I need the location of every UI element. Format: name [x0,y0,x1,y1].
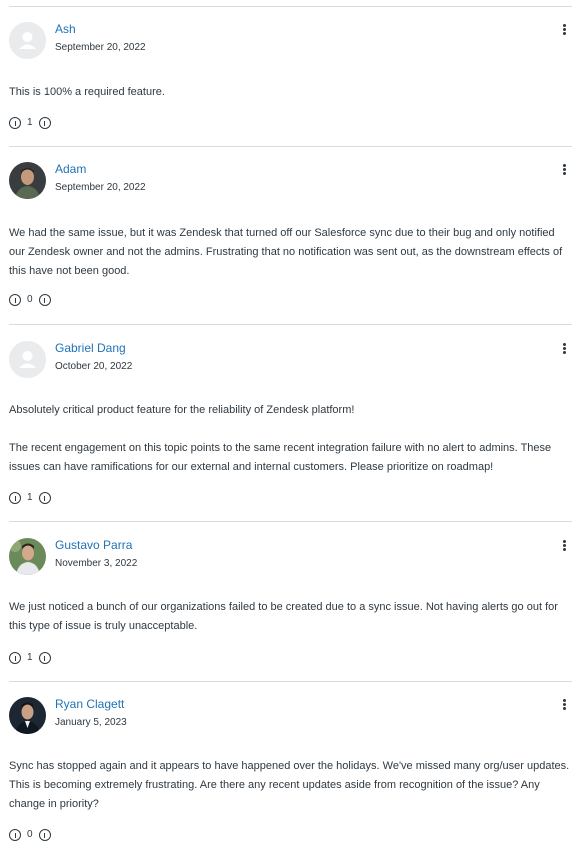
vote-up-icon[interactable] [9,294,21,306]
user-silhouette-icon [9,22,46,59]
avatar[interactable] [9,341,46,378]
avatar[interactable] [9,697,46,734]
vote-down-icon[interactable] [38,829,51,841]
vote-controls: 1 [9,116,51,130]
comment-body: This is 100% a required feature. [9,86,165,98]
vote-count: 1 [27,492,33,503]
comment-body: We had the same issue, but it was Zendes… [9,227,566,277]
comment-date: October 20, 2022 [55,361,133,372]
comment-divider [9,521,572,522]
vertical-ellipsis-icon[interactable] [561,23,569,37]
user-photo-avatar [9,697,46,734]
vertical-ellipsis-icon[interactable] [561,163,569,177]
comment-header: Adam September 20, 2022 [9,162,572,202]
comment: Gabriel Dang October 20, 2022 Absolutely… [9,341,572,522]
comment-header: Gustavo Parra November 3, 2022 [9,538,572,578]
avatar[interactable] [9,538,46,575]
avatar[interactable] [9,22,46,59]
comment-header: Ash September 20, 2022 [9,22,572,62]
vote-controls: 1 [9,651,51,665]
comment: Ash September 20, 2022 This is 100% a re… [9,22,572,147]
user-silhouette-icon [9,341,46,378]
vertical-ellipsis-icon[interactable] [561,698,569,712]
vote-up-icon[interactable] [9,829,21,841]
comment: Ryan Clagett January 5, 2023 Sync has st… [9,697,572,841]
vote-up-icon[interactable] [9,492,21,504]
vote-count: 0 [27,294,33,305]
comment-header: Ryan Clagett January 5, 2023 [9,697,572,737]
vote-down-icon[interactable] [38,117,51,129]
vote-up-icon[interactable] [9,117,21,129]
comment: Adam September 20, 2022 We had the same … [9,162,572,325]
vote-controls: 1 [9,491,51,505]
vertical-ellipsis-icon[interactable] [561,342,569,356]
vote-count: 1 [27,117,33,128]
author-name-link[interactable]: Gustavo Parra [55,538,132,552]
comment-body: Sync has stopped again and it appears to… [9,760,573,810]
vote-controls: 0 [9,293,51,307]
comment-date: September 20, 2022 [55,42,146,53]
comment-divider [9,146,572,147]
vote-down-icon[interactable] [38,294,51,306]
author-name-link[interactable]: Ash [55,22,76,36]
comment-date: November 3, 2022 [55,558,138,569]
comment-divider [9,324,572,325]
top-divider [9,6,572,7]
vote-count: 0 [27,829,33,840]
comment-divider [9,681,572,682]
vote-down-icon[interactable] [38,652,51,664]
comment-body: Absolutely critical product feature for … [9,404,552,473]
comment: Gustavo Parra November 3, 2022 We just n… [9,538,572,682]
avatar[interactable] [9,162,46,199]
author-name-link[interactable]: Ryan Clagett [55,697,124,711]
comment-header: Gabriel Dang October 20, 2022 [9,341,572,381]
vote-controls: 0 [9,828,51,842]
author-name-link[interactable]: Adam [55,162,86,176]
vote-count: 1 [27,652,33,663]
comment-date: September 20, 2022 [55,182,146,193]
user-photo-avatar [9,538,46,575]
vote-up-icon[interactable] [9,652,21,664]
comment-body: We just noticed a bunch of our organizat… [9,601,561,632]
vote-down-icon[interactable] [38,492,51,504]
author-name-link[interactable]: Gabriel Dang [55,341,126,355]
vertical-ellipsis-icon[interactable] [561,539,569,553]
comment-date: January 5, 2023 [55,717,127,728]
user-photo-avatar [9,162,46,199]
